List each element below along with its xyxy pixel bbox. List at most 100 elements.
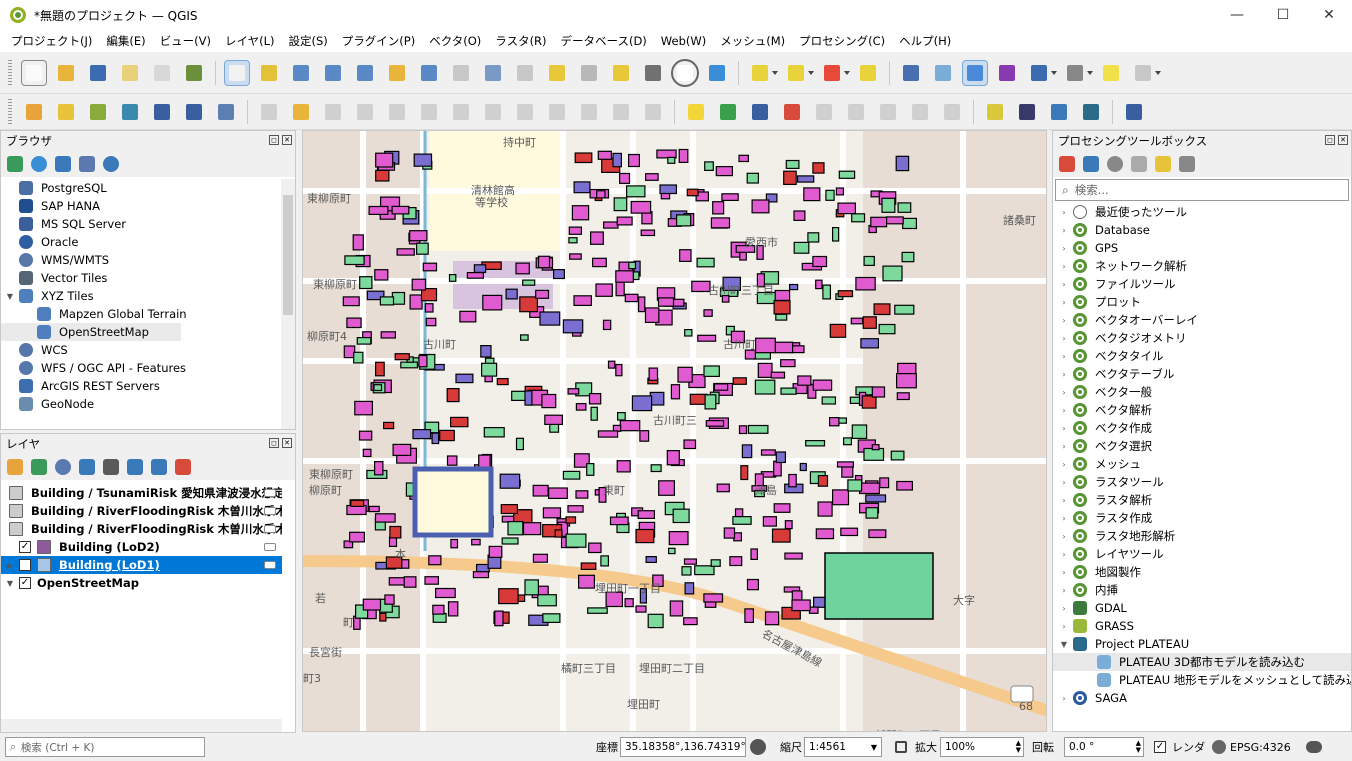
chevron-down-icon[interactable]: ▼ bbox=[5, 579, 15, 588]
processing-toolbox-gear-icon[interactable] bbox=[962, 59, 988, 86]
zoom-last-icon[interactable] bbox=[481, 61, 505, 85]
chevron-right-icon[interactable]: ▶ bbox=[5, 561, 15, 570]
map-svg[interactable]: 持中町清林館高等学校東柳原町諸桑町愛西市古川町三丁目東柳原町柳原町4古川町古川町… bbox=[303, 131, 1047, 732]
processing-provider[interactable]: › ベクタタイル bbox=[1053, 347, 1351, 365]
attribute-table-icon[interactable] bbox=[931, 61, 955, 85]
coord-field[interactable]: 35.18358°,136.74319° bbox=[620, 737, 746, 757]
chevron-down-icon[interactable]: ▼ bbox=[5, 292, 15, 301]
chevron-right-icon[interactable]: › bbox=[1059, 226, 1069, 235]
chevron-right-icon[interactable]: › bbox=[1059, 334, 1069, 343]
zoom-out-icon[interactable] bbox=[321, 61, 345, 85]
processing-provider[interactable]: › メッシュ bbox=[1053, 455, 1351, 473]
browser-item[interactable]: ArcGIS REST Servers bbox=[1, 377, 282, 395]
float-panel-icon[interactable]: ◻ bbox=[269, 438, 279, 448]
layer-item[interactable]: Building / RiverFloodingRisk 木曽川水系木曽 bbox=[1, 520, 282, 538]
layer-item[interactable]: ✓ Building (LoD2) bbox=[1, 538, 282, 556]
menu-item-7[interactable]: ラスタ(R) bbox=[488, 30, 553, 52]
processing-provider[interactable]: › GPS bbox=[1053, 239, 1351, 257]
processing-provider[interactable]: › プロット bbox=[1053, 293, 1351, 311]
new-shapefile-layer-icon[interactable] bbox=[86, 100, 110, 124]
close-panel-icon[interactable]: ✕ bbox=[1338, 135, 1348, 145]
layer-item[interactable]: ▼ ✓ OpenStreetMap bbox=[1, 574, 282, 592]
processing-algorithm[interactable]: PLATEAU 3D都市モデルを読み込む bbox=[1053, 653, 1351, 671]
data-source-manager-icon[interactable] bbox=[22, 100, 46, 124]
chevron-right-icon[interactable]: › bbox=[1059, 694, 1069, 703]
quickmapservices-globe-icon[interactable] bbox=[1015, 100, 1039, 124]
browser-item[interactable]: ▼ XYZ Tiles bbox=[1, 287, 282, 305]
pin-labels-icon[interactable] bbox=[748, 100, 772, 124]
menu-item-0[interactable]: プロジェクト(J) bbox=[4, 30, 99, 52]
menu-item-3[interactable]: レイヤ(L) bbox=[218, 30, 282, 52]
layer-visibility-checkbox[interactable]: ✓ bbox=[19, 577, 31, 589]
crs-globe-icon[interactable] bbox=[1212, 740, 1226, 754]
processing-provider[interactable]: › ベクタ選択 bbox=[1053, 437, 1351, 455]
browser-item[interactable]: WFS / OGC API - Features bbox=[1, 359, 282, 377]
layer-item[interactable]: Building / RiverFloodingRisk 木曽川水系木曽 bbox=[1, 502, 282, 520]
digitize-icon[interactable] bbox=[353, 100, 377, 124]
chevron-right-icon[interactable]: › bbox=[1059, 514, 1069, 523]
processing-provider[interactable]: › ファイルツール bbox=[1053, 275, 1351, 293]
zoom-full-icon[interactable] bbox=[353, 61, 377, 85]
processing-provider[interactable]: › ラスタツール bbox=[1053, 473, 1351, 491]
browser-item[interactable]: SAP HANA bbox=[1, 197, 282, 215]
copy-features-icon[interactable] bbox=[545, 100, 569, 124]
menu-item-4[interactable]: 設定(S) bbox=[282, 30, 335, 52]
chevron-right-icon[interactable]: › bbox=[1059, 550, 1069, 559]
chevron-right-icon[interactable]: › bbox=[1059, 280, 1069, 289]
help-icon[interactable] bbox=[1122, 100, 1146, 124]
new-bookmark-icon[interactable] bbox=[609, 61, 633, 85]
menu-item-5[interactable]: プラグイン(P) bbox=[335, 30, 422, 52]
manage-visibility-eye-icon[interactable] bbox=[55, 459, 71, 475]
processing-provider[interactable]: ▼ Project PLATEAU bbox=[1053, 635, 1351, 653]
scripts-python-icon[interactable] bbox=[1083, 156, 1099, 172]
chevron-right-icon[interactable]: › bbox=[1059, 388, 1069, 397]
history-clock-icon[interactable] bbox=[1107, 156, 1123, 172]
add-selected-layers-icon[interactable] bbox=[7, 156, 23, 172]
processing-provider[interactable]: › レイヤツール bbox=[1053, 545, 1351, 563]
new-print-layout-icon[interactable] bbox=[118, 61, 142, 85]
browser-item[interactable]: WCS bbox=[1, 341, 282, 359]
select-by-expression-icon[interactable] bbox=[784, 61, 808, 85]
processing-provider[interactable]: › ベクタ作成 bbox=[1053, 419, 1351, 437]
chevron-right-icon[interactable]: › bbox=[1059, 406, 1069, 415]
python-console-icon[interactable] bbox=[1047, 100, 1071, 124]
browser-scrollbar[interactable] bbox=[281, 179, 295, 429]
close-button[interactable]: ✕ bbox=[1306, 0, 1352, 30]
chevron-right-icon[interactable]: › bbox=[1059, 568, 1069, 577]
scale-combo[interactable]: 1:4561 ▼ bbox=[804, 737, 882, 757]
modify-attributes-icon[interactable] bbox=[449, 100, 473, 124]
chevron-right-icon[interactable]: › bbox=[1059, 262, 1069, 271]
browser-item[interactable]: PostgreSQL bbox=[1, 179, 282, 197]
highlight-pinned-labels-icon[interactable] bbox=[780, 100, 804, 124]
chevron-right-icon[interactable]: › bbox=[1059, 460, 1069, 469]
render-checkbox[interactable]: ✓ bbox=[1154, 741, 1166, 753]
identify-features-icon[interactable] bbox=[899, 61, 923, 85]
processing-provider[interactable]: › 内挿 bbox=[1053, 581, 1351, 599]
pan-to-selection-icon[interactable] bbox=[257, 61, 281, 85]
open-field-calculator-icon[interactable] bbox=[1027, 61, 1051, 85]
collapse-all-icon[interactable] bbox=[151, 459, 167, 475]
layer-item[interactable]: ▶ ✓ Building (LoD1) bbox=[1, 556, 282, 574]
show-bookmarks-icon[interactable] bbox=[641, 61, 665, 85]
browser-item[interactable]: Mapzen Global Terrain bbox=[1, 305, 282, 323]
embedded-widget-icon[interactable] bbox=[264, 489, 276, 497]
remove-layer-icon[interactable] bbox=[175, 459, 191, 475]
close-panel-icon[interactable]: ✕ bbox=[282, 438, 292, 448]
menu-item-10[interactable]: メッシュ(M) bbox=[713, 30, 792, 52]
chevron-down-icon[interactable] bbox=[844, 61, 850, 85]
menu-item-8[interactable]: データベース(D) bbox=[554, 30, 654, 52]
processing-provider[interactable]: › GRASS bbox=[1053, 617, 1351, 635]
embedded-widget-icon[interactable] bbox=[264, 543, 276, 551]
delete-selected-icon[interactable] bbox=[481, 100, 505, 124]
close-panel-icon[interactable]: ✕ bbox=[282, 135, 292, 145]
chevron-down-icon[interactable]: ▼ bbox=[1059, 640, 1069, 649]
new-map-view-icon[interactable] bbox=[545, 61, 569, 85]
new-virtual-layer-icon[interactable] bbox=[150, 100, 174, 124]
layer-visibility-checkbox[interactable]: ✓ bbox=[19, 559, 31, 571]
chevron-right-icon[interactable]: › bbox=[1059, 244, 1069, 253]
toolbar-grip[interactable] bbox=[8, 98, 12, 125]
statistics-sigma-icon[interactable] bbox=[995, 61, 1019, 85]
processing-provider[interactable]: › Database bbox=[1053, 221, 1351, 239]
settings-gear-icon[interactable] bbox=[1131, 61, 1155, 85]
collapse-all-icon[interactable] bbox=[79, 156, 95, 172]
